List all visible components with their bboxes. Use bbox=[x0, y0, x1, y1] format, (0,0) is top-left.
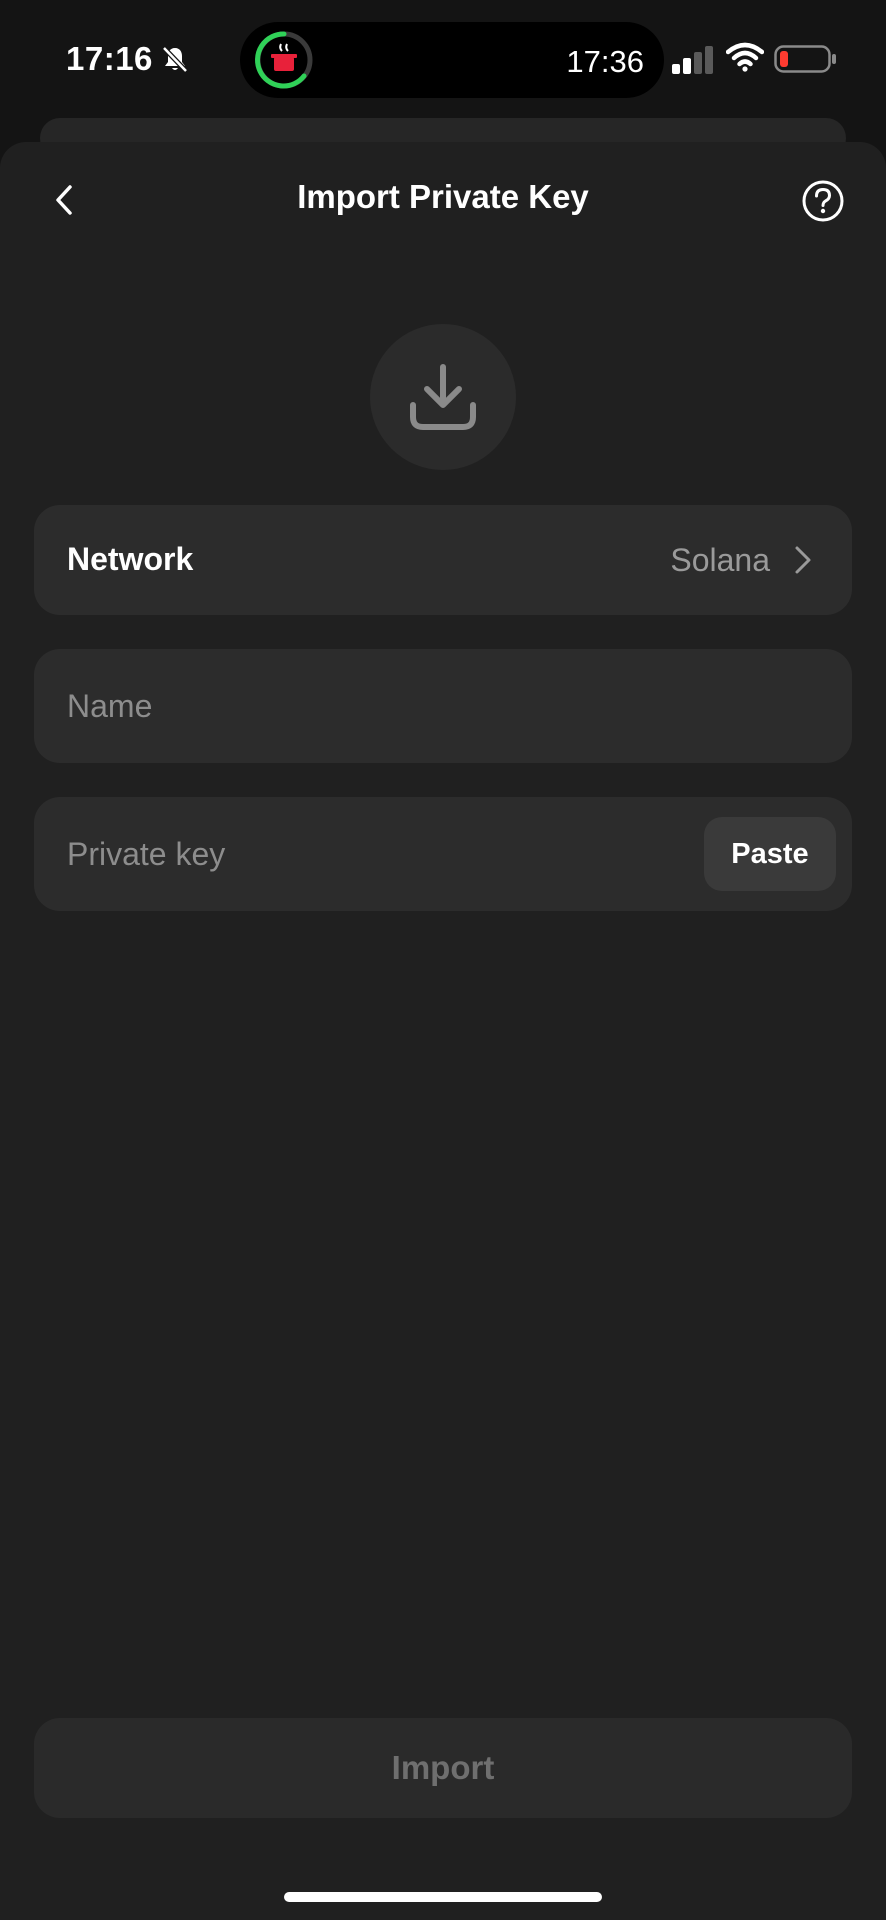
download-icon bbox=[410, 364, 476, 430]
paste-button[interactable]: Paste bbox=[704, 817, 836, 891]
island-time: 17:36 bbox=[566, 44, 644, 79]
chevron-right-icon bbox=[795, 546, 811, 574]
import-hero bbox=[370, 324, 516, 470]
private-key-field[interactable]: Paste bbox=[34, 797, 852, 911]
network-label: Network bbox=[67, 541, 194, 577]
dynamic-island: 17:36 bbox=[240, 22, 664, 98]
home-indicator bbox=[284, 1892, 602, 1902]
page-title: Import Private Key bbox=[297, 178, 589, 215]
bell-slash-icon bbox=[162, 46, 188, 73]
network-selector[interactable]: Network Solana bbox=[34, 505, 852, 615]
name-input[interactable] bbox=[67, 649, 667, 763]
wifi-icon bbox=[726, 42, 764, 72]
network-value: Solana bbox=[670, 542, 770, 578]
signal-icon bbox=[672, 46, 713, 74]
question-circle-icon[interactable] bbox=[800, 178, 846, 224]
name-field[interactable] bbox=[34, 649, 852, 763]
cooking-pot-app-icon bbox=[255, 31, 313, 89]
status-time: 17:16 bbox=[66, 40, 153, 77]
battery-low-icon bbox=[774, 45, 836, 73]
private-key-input[interactable] bbox=[67, 797, 587, 911]
import-button[interactable]: Import bbox=[34, 1718, 852, 1818]
status-bar: 17:16 17:36 bbox=[0, 0, 886, 120]
